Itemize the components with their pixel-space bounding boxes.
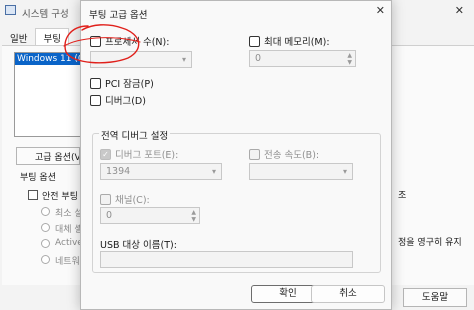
boot-entry-list[interactable]: Windows 11 (C xyxy=(14,52,84,137)
global-debug-settings-title: 전역 디버그 설정 xyxy=(99,128,171,142)
baud-rate-label: 전송 속도(B): xyxy=(264,150,320,161)
radio-alternate-shell[interactable] xyxy=(41,223,50,232)
radio-network[interactable] xyxy=(41,255,50,264)
processor-count-checkbox[interactable] xyxy=(90,36,101,47)
debug-port-label: 디버그 포트(E): xyxy=(115,150,179,161)
channel-value: 0 xyxy=(106,210,113,221)
radio-active-directory[interactable] xyxy=(41,239,50,248)
radio-label-active-directory: Active xyxy=(55,238,83,248)
help-button[interactable]: 도움말 xyxy=(403,288,467,307)
processor-count-label: 프로세서 수(N): xyxy=(105,37,170,48)
debug-port-select[interactable]: 1394 ▾ xyxy=(100,163,222,180)
chevron-down-icon: ▾ xyxy=(211,167,216,176)
boot-options-label: 부팅 옵션 xyxy=(20,173,56,183)
advanced-boot-options-dialog: 부팅 고급 옵션 ✕ 프로세서 수(N): ▾ 최대 메모리(M): 0 ▲ ▼ … xyxy=(80,0,392,310)
pci-lock-label: PCI 잠금(P) xyxy=(105,79,154,90)
close-icon[interactable]: ✕ xyxy=(376,4,385,17)
advanced-options-button[interactable]: 고급 옵션(V xyxy=(16,147,80,165)
max-memory-label: 최대 메모리(M): xyxy=(264,37,330,48)
max-memory-stepper[interactable]: 0 ▲ ▼ xyxy=(249,50,356,67)
channel-stepper[interactable]: 0 ▲ ▼ xyxy=(100,207,200,224)
timeout-fragment: 조 xyxy=(398,191,407,201)
chevron-down-icon: ▾ xyxy=(181,55,186,64)
baud-rate-checkbox[interactable] xyxy=(249,149,260,160)
processor-count-select[interactable]: ▾ xyxy=(90,51,192,68)
debug-port-checkbox[interactable]: ✓ xyxy=(100,149,111,160)
usb-target-label: USB 대상 이름(T): xyxy=(100,240,177,251)
dialog-title: 부팅 고급 옵션 xyxy=(89,10,148,21)
safe-boot-checkbox[interactable] xyxy=(28,190,38,200)
debug-port-value: 1394 xyxy=(106,166,131,177)
usb-target-input[interactable] xyxy=(100,251,353,268)
radio-label-alternate-shell: 대체 셸 xyxy=(55,225,83,235)
spin-arrows-icon[interactable]: ▲ ▼ xyxy=(347,52,352,66)
cancel-button[interactable]: 취소 xyxy=(311,285,385,303)
app-icon xyxy=(5,5,16,15)
max-memory-value: 0 xyxy=(255,53,262,64)
close-icon[interactable]: ✕ xyxy=(455,4,464,17)
make-permanent-fragment: 정을 영구히 유지 xyxy=(398,238,462,248)
debug-label: 디버그(D) xyxy=(105,96,146,107)
radio-label-minimal: 최소 설 xyxy=(55,209,83,219)
radio-label-network: 네트워 xyxy=(55,257,80,267)
debug-checkbox[interactable] xyxy=(90,95,101,106)
max-memory-checkbox[interactable] xyxy=(249,36,260,47)
list-item[interactable]: Windows 11 (C xyxy=(15,53,83,65)
safe-boot-label: 안전 부팅 xyxy=(42,192,78,202)
radio-minimal[interactable] xyxy=(41,207,50,216)
chevron-down-icon: ▾ xyxy=(342,167,347,176)
channel-checkbox[interactable] xyxy=(100,194,111,205)
spin-arrows-icon[interactable]: ▲ ▼ xyxy=(191,209,196,223)
channel-label: 채널(C): xyxy=(115,195,150,206)
pci-lock-checkbox[interactable] xyxy=(90,78,101,89)
baud-rate-select[interactable]: ▾ xyxy=(249,163,353,180)
window-title: 시스템 구성 xyxy=(22,9,69,20)
